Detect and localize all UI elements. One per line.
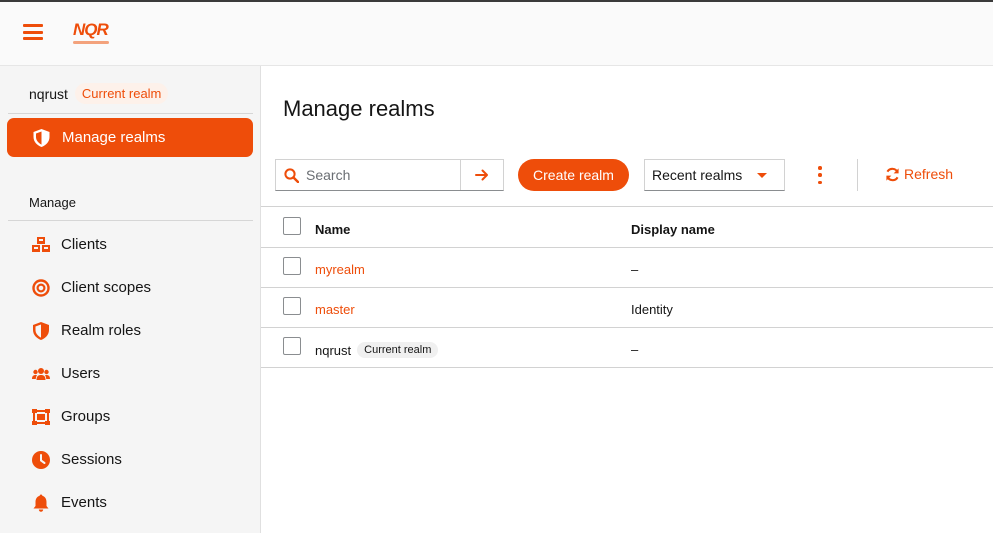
refresh-icon xyxy=(886,167,899,181)
realm-link[interactable]: master xyxy=(315,302,355,317)
realm-name: nqrust xyxy=(29,85,68,102)
sidebar-item-clients[interactable]: Clients xyxy=(0,223,260,266)
target-icon xyxy=(32,278,50,297)
search-submit-button[interactable] xyxy=(460,160,503,190)
realm-name-cell: nqrust Current realm xyxy=(315,342,439,358)
users-icon xyxy=(32,365,50,383)
row-checkbox[interactable] xyxy=(283,337,301,355)
table-row: master Identity xyxy=(261,288,993,328)
top-bar: NQR xyxy=(0,0,993,66)
clock-icon xyxy=(32,450,50,469)
current-realm-indicator: nqrust Current realm xyxy=(29,83,169,104)
logo-text: NQR xyxy=(73,20,109,39)
divider xyxy=(8,220,253,221)
sidebar-nav: Clients Client scopes Realm roles Users … xyxy=(0,223,260,524)
recent-realms-label: Recent realms xyxy=(652,167,743,183)
row-checkbox[interactable] xyxy=(283,257,301,275)
sidebar: nqrust Current realm Manage realms Manag… xyxy=(0,66,261,533)
sidebar-item-label: Sessions xyxy=(61,451,122,468)
sidebar-item-realm-roles[interactable]: Realm roles xyxy=(0,309,260,352)
logo-underline xyxy=(73,41,109,44)
main-content: Manage realms Create realm Recent realms… xyxy=(261,66,993,533)
cubes-icon xyxy=(32,236,50,254)
refresh-button[interactable]: Refresh xyxy=(885,166,953,182)
page-title: Manage realms xyxy=(283,96,435,121)
arrow-right-icon xyxy=(475,169,488,181)
manage-realms-label: Manage realms xyxy=(62,129,166,146)
search-field[interactable] xyxy=(275,159,504,191)
realm-name-cell: myrealm xyxy=(315,262,365,277)
current-realm-badge: Current realm xyxy=(357,342,439,358)
realm-link[interactable]: myrealm xyxy=(315,262,365,277)
realm-name-text: nqrust xyxy=(315,342,352,358)
sidebar-item-label: Realm roles xyxy=(61,322,142,339)
groups-icon xyxy=(32,408,50,426)
sidebar-item-groups[interactable]: Groups xyxy=(0,395,260,438)
kebab-menu-icon[interactable] xyxy=(815,166,825,184)
realms-table: Name Display name myrealm – master Ident… xyxy=(261,206,993,368)
sidebar-item-label: Client scopes xyxy=(61,279,152,296)
manage-realms-button[interactable]: Manage realms xyxy=(7,118,253,157)
search-icon xyxy=(276,167,306,183)
create-realm-button[interactable]: Create realm xyxy=(518,159,629,191)
caret-down-icon xyxy=(757,173,767,178)
table-row: myrealm – xyxy=(261,248,993,288)
recent-realms-dropdown[interactable]: Recent realms xyxy=(644,159,785,191)
sidebar-item-label: Groups xyxy=(61,408,111,425)
sidebar-item-label: Events xyxy=(61,494,107,511)
divider xyxy=(8,113,253,114)
realm-name-cell: master xyxy=(315,302,355,317)
hamburger-menu-icon[interactable] xyxy=(23,24,43,40)
sidebar-item-events[interactable]: Events xyxy=(0,481,260,524)
column-header-name[interactable]: Name xyxy=(315,222,350,237)
brand-logo[interactable]: NQR xyxy=(73,21,111,49)
manage-section-label: Manage xyxy=(29,195,76,210)
toolbar-divider xyxy=(857,159,858,191)
table-header-row: Name Display name xyxy=(261,206,993,248)
sidebar-item-users[interactable]: Users xyxy=(0,352,260,395)
sidebar-item-client-scopes[interactable]: Client scopes xyxy=(0,266,260,309)
current-realm-badge: Current realm xyxy=(74,83,169,104)
refresh-label: Refresh xyxy=(904,166,954,182)
shield-icon xyxy=(32,321,50,340)
row-checkbox[interactable] xyxy=(283,297,301,315)
realm-display-name-cell: Identity xyxy=(631,302,673,317)
bell-icon xyxy=(32,494,50,512)
sidebar-item-label: Clients xyxy=(61,236,107,253)
sidebar-item-label: Users xyxy=(61,365,101,382)
realm-display-name-cell: – xyxy=(631,262,639,277)
select-all-checkbox[interactable] xyxy=(283,217,301,235)
search-input[interactable] xyxy=(306,167,461,183)
shield-icon xyxy=(33,128,50,147)
sidebar-item-sessions[interactable]: Sessions xyxy=(0,438,260,481)
table-row: nqrust Current realm – xyxy=(261,328,993,368)
realm-display-name-cell: – xyxy=(631,342,639,357)
column-header-display-name[interactable]: Display name xyxy=(631,222,715,237)
